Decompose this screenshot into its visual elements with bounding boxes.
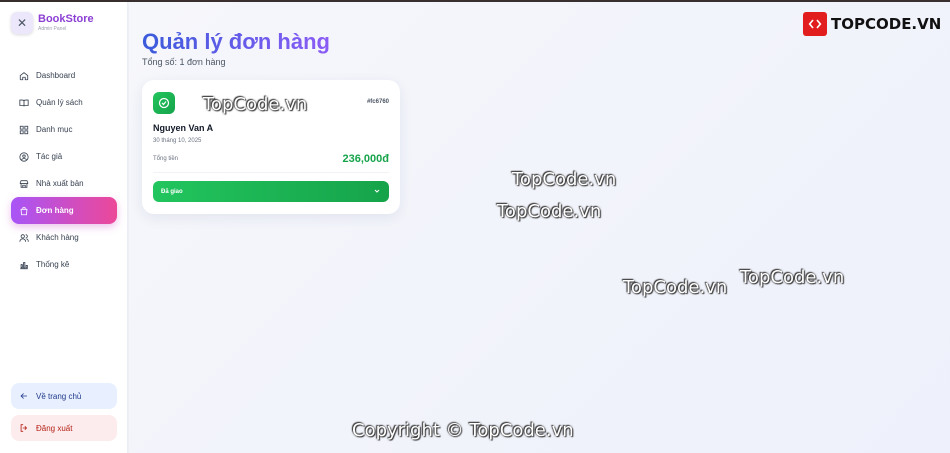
order-id: #fc6760 [366, 99, 389, 105]
logo-badge-icon [803, 12, 827, 36]
sidebar-item-books[interactable]: Quản lý sách [11, 89, 117, 116]
sidebar-item-label: Danh mục [36, 125, 73, 134]
divider [153, 172, 389, 173]
total-label: Tổng tiền [153, 156, 179, 162]
sidebar-item-authors[interactable]: Tác giả [11, 143, 117, 170]
watermark: TopCode.vn [512, 169, 617, 190]
sidebar-item-customers[interactable]: Khách hàng [11, 224, 117, 251]
back-home-button[interactable]: Về trang chủ [11, 383, 117, 409]
sidebar-item-label: Dashboard [36, 71, 76, 80]
customer-name: Nguyen Van A [153, 123, 214, 133]
sidebar-item-label: Quản lý sách [36, 98, 83, 107]
topcode-logo: TOPCODE.VN [803, 12, 941, 36]
close-icon[interactable]: ✕ [11, 12, 33, 34]
sidebar-item-label: Nhà xuất bản [36, 179, 84, 188]
total-value: 236,000đ [342, 153, 389, 165]
sidebar-item-categories[interactable]: Danh mục [11, 116, 117, 143]
home-icon [19, 71, 29, 81]
logout-button[interactable]: Đăng xuất [11, 415, 117, 441]
status-select[interactable]: Đã giao [153, 181, 389, 202]
grid-icon [19, 125, 29, 135]
book-icon [19, 98, 29, 108]
watermark: TopCode.vn [623, 277, 728, 298]
sidebar-item-label: Khách hàng [36, 233, 79, 242]
logout-label: Đăng xuất [36, 423, 73, 433]
users-icon [19, 233, 29, 243]
order-date: 30 tháng 10, 2025 [153, 138, 202, 144]
shopping-bag-icon [19, 206, 29, 216]
sidebar-item-label: Thống kê [36, 260, 70, 269]
order-count: Tổng số: 1 đơn hàng [142, 57, 226, 67]
arrow-left-icon [19, 391, 29, 401]
watermark: TopCode.vn [740, 267, 845, 288]
brand-title: BookStore [38, 13, 94, 25]
watermark: TopCode.vn [497, 201, 602, 222]
status-value: Đã giao [161, 188, 183, 195]
copyright-watermark: Copyright © TopCode.vn [352, 420, 574, 441]
watermark: TopCode.vn [203, 94, 308, 115]
store-icon [19, 179, 29, 189]
logout-icon [19, 423, 29, 433]
logo-text: TOPCODE.VN [831, 15, 942, 33]
sidebar-nav: Dashboard Quản lý sách Danh mục Tác giả … [11, 62, 117, 278]
back-home-label: Về trang chủ [36, 391, 82, 401]
check-circle-icon [153, 92, 175, 114]
bar-chart-icon [19, 260, 29, 270]
sidebar-item-publishers[interactable]: Nhà xuất bản [11, 170, 117, 197]
page-title: Quản lý đơn hàng [142, 29, 330, 54]
main-content: Quản lý đơn hàng Tổng số: 1 đơn hàng #fc… [129, 2, 950, 453]
sidebar-item-label: Tác giả [36, 152, 63, 161]
sidebar-item-orders[interactable]: Đơn hàng [11, 197, 117, 224]
brand: ✕ BookStore Admin Panel [11, 12, 94, 34]
user-circle-icon [19, 151, 29, 162]
chevron-down-icon [373, 187, 381, 197]
sidebar-item-dashboard[interactable]: Dashboard [11, 62, 117, 89]
sidebar: ✕ BookStore Admin Panel Dashboard Quản l… [0, 2, 128, 453]
brand-subtitle: Admin Panel [38, 26, 67, 32]
sidebar-item-label: Đơn hàng [36, 206, 74, 215]
sidebar-item-statistics[interactable]: Thống kê [11, 251, 117, 278]
